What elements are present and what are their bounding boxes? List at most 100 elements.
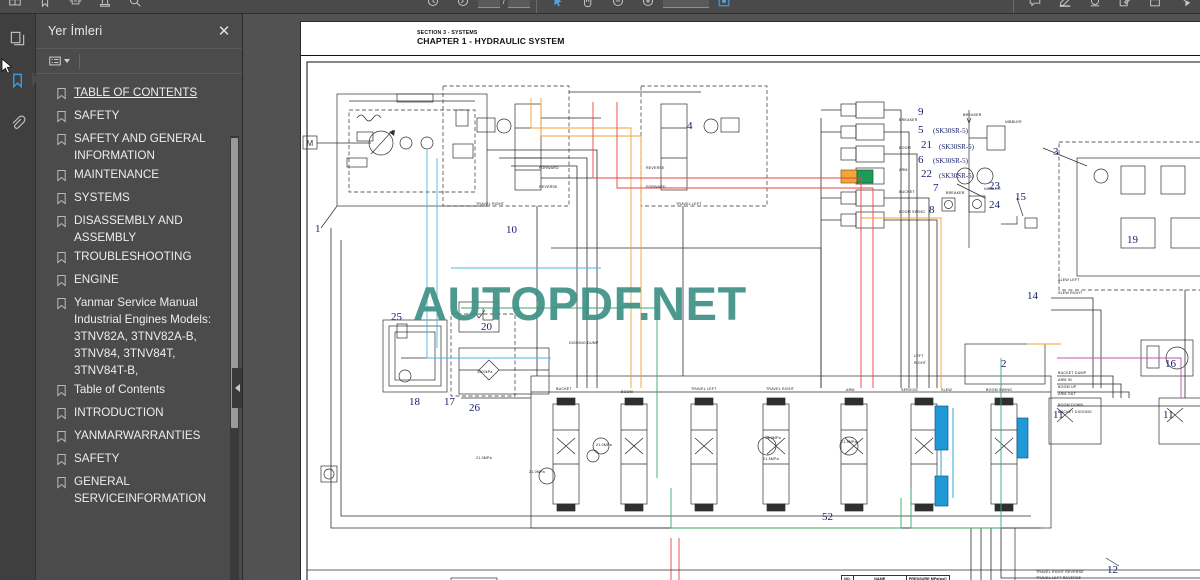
bookmark-icon	[56, 110, 67, 128]
bookmark-item-label: INTRODUCTION	[74, 406, 164, 419]
bookmark-item-label: SAFETY	[74, 452, 120, 465]
bookmark-item[interactable]: TABLE OF CONTENTS	[36, 83, 242, 106]
schematic-component-label: NIBBLER	[1005, 120, 1022, 124]
bookmark-item[interactable]: Yanmar Service Manual Industrial Engines…	[36, 293, 242, 380]
pressure-table-header-row: NO. NAME PRESSURE MPa[psi]	[841, 575, 950, 580]
chevron-left-icon	[235, 384, 240, 392]
schematic-component-label: REVERSE	[646, 166, 665, 170]
bookmark-item[interactable]: SAFETY	[36, 106, 242, 129]
bookmarks-panel-header: Yer İmleri ✕	[36, 14, 242, 48]
page-thumbnails-icon[interactable]	[0, 0, 30, 13]
schematic-component-label: BOOM DOWN	[1058, 403, 1084, 407]
bookmark-item-label: MAINTENANCE	[74, 168, 160, 181]
schematic-component-label: BOOM SWING	[986, 388, 1013, 392]
schematic-callout-4: 4	[687, 120, 693, 132]
bookmark-item-label: SYSTEMS	[74, 191, 130, 204]
bookmark-item[interactable]: SAFETY AND GENERAL INFORMATION	[36, 129, 242, 165]
schematic-component-label: BREAKER	[899, 118, 918, 122]
schematic-callout-25: 25	[391, 311, 402, 323]
bookmark-item-label: ENGINE	[74, 273, 119, 286]
zoom-level-input[interactable]	[663, 0, 710, 8]
schematic-vector-art: M	[302, 61, 1200, 580]
rotate-counterclockwise-icon[interactable]	[418, 0, 448, 13]
schematic-component-label: FORWARD	[646, 185, 666, 189]
zoom-out-icon[interactable]	[603, 0, 633, 13]
schematic-component-label: 21.0MPa	[596, 443, 612, 447]
sidebar-rail	[0, 14, 39, 580]
bookmark-item[interactable]: YANMARWARRANTIES	[36, 426, 242, 449]
schematic-callout-52: 52	[822, 511, 833, 523]
rotate-clockwise-icon[interactable]	[448, 0, 478, 13]
schematic-component-label: SLEW LEFT	[1058, 278, 1080, 282]
schematic-component-label: 21.0MPa	[476, 456, 492, 460]
schematic-component-label: FORWARD	[539, 166, 559, 170]
schematic-component-label: LEFT	[914, 354, 924, 358]
bookmark-item[interactable]: INTRODUCTION	[36, 403, 242, 426]
bookmarks-scrollbar[interactable]	[230, 136, 239, 580]
sidebar-rail-attachments[interactable]	[4, 108, 32, 136]
schematic-callout-16: 16	[1165, 358, 1176, 370]
bookmark-item[interactable]: SAFETY	[36, 449, 242, 472]
fit-page-icon[interactable]	[709, 0, 739, 13]
bookmark-item-label: SAFETY AND GENERAL INFORMATION	[74, 132, 206, 162]
pan-tool-icon[interactable]	[573, 0, 603, 13]
schematic-callout-model: (SK30SR-5)	[933, 157, 969, 165]
bookmark-icon	[56, 251, 67, 269]
schematic-component-label: BOOM	[621, 390, 633, 394]
close-icon[interactable]: ✕	[216, 24, 232, 39]
bookmark-icon	[56, 476, 67, 494]
bookmarks-panel: Yer İmleri ✕ TABLE OF CONTENTS SAFETY SA…	[36, 14, 243, 580]
zoom-level-selector[interactable]	[663, 0, 710, 13]
schematic-component-label: TRAVEL RIGHT	[476, 202, 505, 206]
toolbar-center-group: /	[418, 0, 740, 13]
calculator-icon[interactable]	[1140, 0, 1170, 13]
schematic-component-label: BREAKER	[946, 191, 965, 195]
schematic-component-label: BOOM UP	[1058, 385, 1077, 389]
bookmark-item[interactable]: TROUBLESHOOTING	[36, 247, 242, 270]
measure-icon[interactable]	[1170, 0, 1200, 13]
bookmark-item-label: YANMARWARRANTIES	[74, 429, 201, 442]
draw-icon[interactable]	[1110, 0, 1140, 13]
schematic-component-label: BUCKET	[899, 190, 915, 194]
select-tool-icon[interactable]	[543, 0, 573, 13]
panel-collapse-button[interactable]	[232, 368, 242, 408]
schematic-callout-model: (SK30SR-5)	[939, 143, 975, 151]
schematic-component-label: TRAVEL RIGHT	[766, 387, 795, 391]
schematic-callout-17: 17	[444, 396, 455, 408]
underline-icon[interactable]	[1080, 0, 1110, 13]
document-viewer[interactable]: SECTION 3 - SYSTEMS CHAPTER 1 - HYDRAULI…	[243, 14, 1200, 580]
bookmark-item[interactable]: GENERAL SERVICEINFORMATION	[36, 472, 242, 508]
main-toolbar: /	[0, 0, 1200, 14]
page-number-input[interactable]	[477, 0, 500, 8]
bookmark-icon	[56, 297, 67, 315]
bookmark-item[interactable]: ENGINE	[36, 270, 242, 293]
page-navigator[interactable]: /	[477, 0, 531, 13]
bookmark-icon	[56, 407, 67, 425]
bookmarks-list[interactable]: TABLE OF CONTENTS SAFETY SAFETY AND GENERA…	[36, 74, 242, 580]
highlight-icon[interactable]	[1050, 0, 1080, 13]
schematic-component-label: 33.0MPa	[765, 436, 781, 440]
bookmark-icon	[56, 169, 67, 187]
search-icon[interactable]	[120, 0, 150, 13]
page-total-label	[508, 0, 531, 8]
schematic-component-label: BREAKER	[963, 113, 982, 117]
schematic-callout-22: 22	[921, 168, 932, 180]
stamp-icon[interactable]	[90, 0, 120, 13]
bookmark-item[interactable]: SYSTEMS	[36, 188, 242, 211]
comment-icon[interactable]	[1020, 0, 1050, 13]
bookmark-item[interactable]: Table of Contents	[36, 380, 242, 403]
bookmark-options-button[interactable]	[48, 54, 70, 68]
bookmark-icon	[56, 215, 67, 233]
bookmark-icon[interactable]	[30, 0, 60, 13]
toolbar-divider-1	[536, 0, 538, 13]
bookmark-item[interactable]: MAINTENANCE	[36, 165, 242, 188]
bookmark-icon	[56, 87, 67, 105]
bookmark-item[interactable]: DISASSEMBLY AND ASSEMBLY	[36, 211, 242, 247]
header-chapter-left: CHAPTER 1 - HYDRAULIC SYSTEM	[417, 36, 565, 46]
sidebar-rail-pages[interactable]	[4, 24, 32, 52]
chevron-down-icon[interactable]	[64, 59, 70, 63]
zoom-in-icon[interactable]	[633, 0, 663, 13]
sign-icon[interactable]	[60, 0, 90, 13]
toolbar-left-group	[0, 0, 150, 13]
schematic-component-label: SERVICE	[901, 388, 919, 392]
